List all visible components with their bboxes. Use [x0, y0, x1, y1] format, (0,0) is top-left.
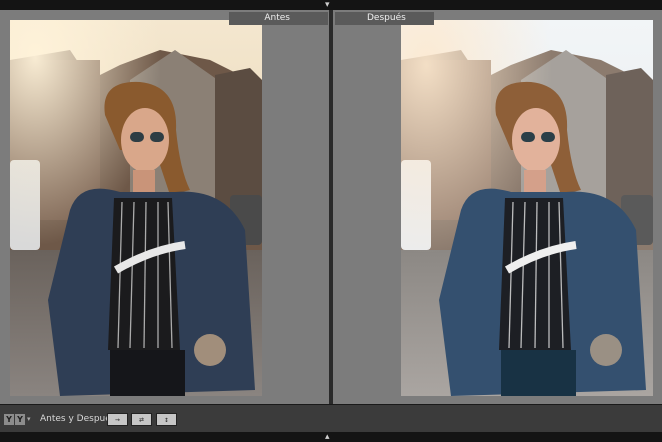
- top-panel-toggle-icon[interactable]: ▾: [325, 1, 330, 10]
- before-after-toolbar: Y Y ▾ Antes y Después: → ⇄ ↕: [0, 404, 662, 432]
- bottom-panel-strip: [0, 432, 662, 442]
- before-pane-label: Antes: [229, 12, 328, 25]
- copy-before-to-after-button[interactable]: →: [107, 413, 128, 426]
- after-photo: [401, 20, 653, 396]
- top-panel-strip: [0, 0, 662, 10]
- pane-divider: [329, 10, 333, 404]
- copy-after-to-before-button[interactable]: ↕: [156, 413, 177, 426]
- swap-before-after-button[interactable]: ⇄: [131, 413, 152, 426]
- view-mode-dropdown-icon[interactable]: ▾: [27, 414, 31, 424]
- bottom-panel-toggle-icon[interactable]: ▴: [325, 433, 330, 442]
- view-icon-left: Y: [4, 414, 14, 425]
- before-after-view-icon[interactable]: Y Y: [4, 414, 26, 425]
- view-icon-right: Y: [15, 414, 25, 425]
- before-photo: [10, 20, 262, 396]
- after-pane-label: Después: [335, 12, 434, 25]
